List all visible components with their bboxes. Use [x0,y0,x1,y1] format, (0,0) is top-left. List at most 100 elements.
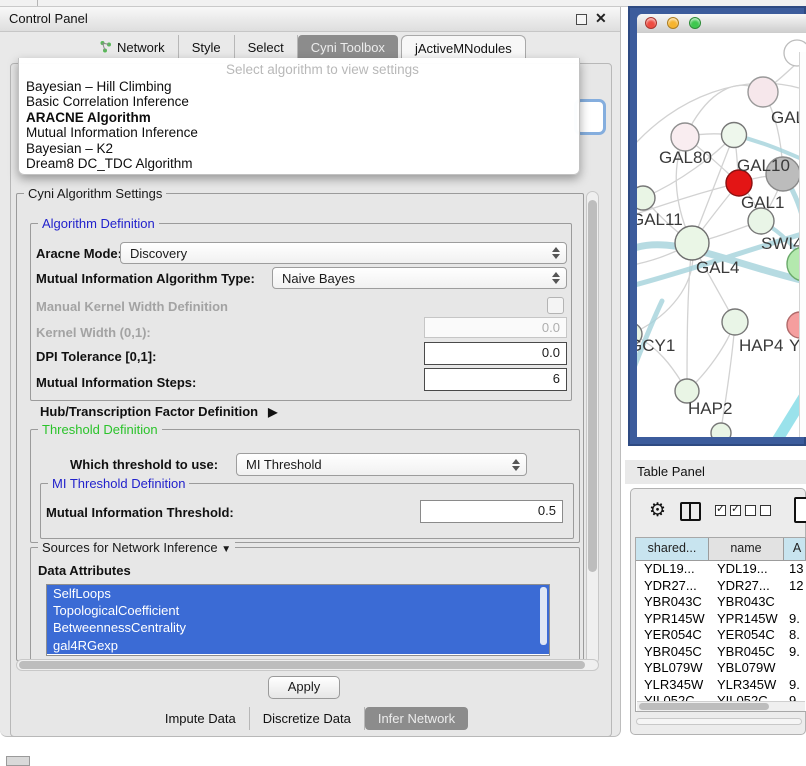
attribute-item[interactable]: BetweennessCentrality [47,619,549,636]
tab-cyni-toolbox[interactable]: Cyni Toolbox [298,35,398,60]
attribute-item[interactable]: TopologicalCoefficient [47,602,549,619]
dpi-tolerance-input[interactable]: 0.0 [424,342,567,365]
close-panel-icon[interactable]: ✕ [595,10,607,27]
stepper-icon [511,454,521,475]
table-row[interactable]: YLR345WYLR345W9. [636,677,806,694]
network-scrollbar-strip[interactable] [799,52,806,437]
table-row[interactable]: YPR145WYPR145W9. [636,611,806,628]
close-window-icon[interactable] [645,17,657,29]
deselect-all-columns-icon[interactable] [745,505,771,516]
which-threshold-value: MI Threshold [246,457,322,472]
algorithm-option[interactable]: Bayesian – K2 [19,141,579,156]
mi-algorithm-type-label: Mutual Information Algorithm Type: [36,271,255,286]
network-view-window: GAL GAL80 GAL10 GAL1 GAL11 GAL4 SWI4 GCY… [628,6,806,446]
column-header[interactable]: name [709,538,784,560]
mi-threshold-input[interactable]: 0.5 [420,500,563,523]
network-node[interactable] [671,123,699,151]
network-icon [99,40,112,56]
document-icon[interactable] [794,497,806,523]
algorithm-option[interactable]: Bayesian – Hill Climbing [19,79,579,94]
float-panel-icon[interactable] [576,14,587,25]
attribute-item[interactable]: SelfLoops [47,585,549,602]
node-label: GAL11 [637,210,683,229]
algorithm-option[interactable]: Dream8 DC_TDC Algorithm [19,156,579,171]
table-row[interactable]: YDR27...YDR27...12 [636,578,806,595]
node-label: GAL80 [659,148,712,167]
tab-discretize-data[interactable]: Discretize Data [250,707,365,730]
mi-steps-input[interactable]: 6 [424,368,567,391]
table-horizontal-scrollbar[interactable] [637,701,805,712]
table-header-row: shared... name A [636,538,806,561]
settings-horizontal-scrollbar[interactable] [16,659,599,671]
zoom-window-icon[interactable] [689,17,701,29]
table-row[interactable]: YBL079WYBL079W [636,660,806,677]
network-canvas[interactable]: GAL GAL80 GAL10 GAL1 GAL11 GAL4 SWI4 GCY… [637,33,806,437]
cyni-algorithm-settings-title: Cyni Algorithm Settings [24,186,166,201]
which-threshold-select[interactable]: MI Threshold [236,453,527,476]
table-toolbar: ⚙ [631,497,805,531]
table-row[interactable]: YBR045CYBR045C9. [636,644,806,661]
node-label: SWI4 [761,234,803,253]
which-threshold-label: Which threshold to use: [70,457,218,472]
network-window-titlebar[interactable] [637,14,806,34]
network-node[interactable] [722,123,747,148]
tab-infer-network[interactable]: Infer Network [365,707,468,730]
mi-threshold-definition-title: MI Threshold Definition [48,476,189,491]
manual-kernel-width-label: Manual Kernel Width Definition [36,299,228,314]
algorithm-option[interactable]: Mutual Information Inference [19,125,579,140]
tab-jactivemnodules[interactable]: jActiveMNodules [401,35,526,60]
network-node[interactable] [675,226,709,260]
kernel-width-input[interactable]: 0.0 [424,317,567,338]
column-header[interactable]: shared... [636,538,709,560]
apply-button[interactable]: Apply [268,676,340,699]
network-node[interactable] [711,423,731,437]
table-row[interactable]: YBR043CYBR043C [636,594,806,611]
table-row[interactable]: YDL19...YDL19...13 [636,561,806,578]
network-node[interactable] [637,186,655,210]
node-label: GCY1 [637,336,675,355]
algorithm-option[interactable]: Basic Correlation Inference [19,94,579,109]
node-label: GAL1 [741,193,784,212]
tab-style[interactable]: Style [179,35,235,60]
kernel-width-label: Kernel Width (0,1): [36,325,151,340]
network-node[interactable] [722,309,748,335]
hub-definition-expander[interactable]: Hub/Transcription Factor Definition▶ [40,404,277,419]
split-pane-icon[interactable] [680,502,701,521]
table-row[interactable]: YER054CYER054C8. [636,627,806,644]
attribute-item[interactable]: gal4RGexp [47,637,549,654]
algorithm-option-selected[interactable]: ARACNE Algorithm [19,110,579,125]
sources-title[interactable]: Sources for Network Inference ▼ [38,540,235,555]
node-table: shared... name A YDL19...YDL19...13 YDR2… [635,537,806,712]
tab-network-label: Network [117,40,165,55]
tab-impute-data-label: Impute Data [165,711,236,726]
stepper-icon [551,268,561,288]
tab-impute-data[interactable]: Impute Data [152,707,250,730]
tab-cyni-toolbox-label: Cyni Toolbox [311,40,385,55]
list-scrollbar[interactable] [540,587,547,645]
network-node[interactable] [748,77,778,107]
gear-icon[interactable]: ⚙ [649,499,666,522]
table-row[interactable]: YIL052CYIL052C9. [636,693,806,701]
settings-vertical-scrollbar[interactable] [586,191,599,665]
minimize-window-icon[interactable] [667,17,679,29]
aracne-mode-label: Aracne Mode: [36,246,122,261]
table-panel-title: Table Panel [637,464,705,479]
algorithm-dropdown: Select algorithm to view settings Bayesi… [18,58,580,175]
threshold-definition-title: Threshold Definition [38,422,162,437]
table-bottom-bar [636,718,802,725]
node-label: HAP2 [688,399,732,418]
table-body[interactable]: YDL19...YDL19...13 YDR27...YDR27...12 YB… [636,561,806,701]
select-all-columns-icon[interactable] [715,505,741,516]
manual-kernel-width-checkbox[interactable] [547,297,564,314]
column-header[interactable]: A [784,538,806,560]
data-attributes-list[interactable]: SelfLoops TopologicalCoefficient Between… [46,584,550,656]
mi-algorithm-type-select[interactable]: Naive Bayes [272,267,567,289]
expand-arrow-icon: ▶ [268,405,277,419]
tab-select[interactable]: Select [235,35,298,60]
bottom-left-widget[interactable] [6,756,30,766]
tab-network[interactable]: Network [86,35,179,60]
aracne-mode-select[interactable]: Discovery [120,242,567,264]
tab-style-label: Style [192,40,221,55]
control-panel-window: Control Panel ✕ Network Style Select Cyn… [0,7,621,737]
mi-threshold-label: Mutual Information Threshold: [46,505,234,520]
